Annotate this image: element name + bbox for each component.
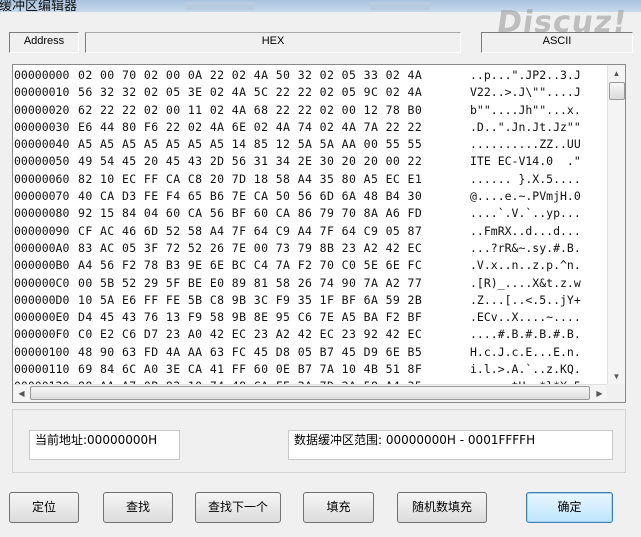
horizontal-scrollbar[interactable]: ◀ ▶ bbox=[13, 384, 608, 402]
row-ascii[interactable]: ITE EC-V14.0 ." bbox=[470, 153, 581, 170]
address-column-header: Address bbox=[9, 32, 79, 53]
hex-row[interactable]: 000000C0 00 5B 52 29 5F BE E0 89 81 58 26… bbox=[14, 275, 581, 292]
hex-row[interactable]: 00000020 62 22 22 02 00 11 02 4A 68 22 22… bbox=[14, 102, 581, 119]
row-hex-bytes[interactable]: 62 22 22 02 00 11 02 4A 68 22 22 02 00 1… bbox=[78, 102, 470, 119]
scroll-down-icon[interactable]: ▼ bbox=[608, 368, 625, 385]
find-next-button[interactable]: 查找下一个 bbox=[195, 492, 281, 523]
row-offset: 00000030 bbox=[14, 119, 70, 134]
row-offset: 00000110 bbox=[14, 362, 70, 377]
hex-row[interactable]: 000000F0 C0 E2 C6 D7 23 A0 42 EC 23 A2 42… bbox=[14, 326, 581, 343]
row-offset: 00000090 bbox=[14, 223, 70, 238]
scroll-up-icon[interactable]: ▲ bbox=[608, 65, 625, 82]
row-hex-bytes[interactable]: 83 AC 05 3F 72 52 26 7E 00 73 79 8B 23 A… bbox=[78, 240, 470, 257]
row-hex-bytes[interactable]: 48 90 63 FD 4A AA 63 FC 45 D8 05 B7 45 D… bbox=[78, 344, 470, 361]
random-fill-button[interactable]: 随机数填充 bbox=[397, 492, 487, 523]
row-offset: 00000000 bbox=[14, 68, 70, 82]
row-hex-bytes[interactable]: D4 45 43 76 13 F9 58 9B 8E 95 C6 7E A5 B… bbox=[78, 309, 470, 326]
row-offset: 00000060 bbox=[14, 171, 70, 186]
row-hex-bytes[interactable]: 00 5B 52 29 5F BE E0 89 81 58 26 74 90 7… bbox=[78, 275, 470, 292]
hex-row[interactable]: 000000B0 A4 56 F2 78 B3 9E 6E BC C4 7A F2… bbox=[14, 257, 581, 274]
scrollbar-corner bbox=[607, 384, 625, 402]
row-hex-bytes[interactable]: 10 5A E6 FF FE 5B C8 9B 3C F9 35 1F BF 6… bbox=[78, 292, 470, 309]
row-hex-bytes[interactable]: 40 CA D3 FE F4 65 B6 7E CA 50 56 6D 6A 4… bbox=[78, 188, 470, 205]
row-offset: 00000040 bbox=[14, 137, 70, 152]
row-ascii[interactable]: .V.x..n..z.p.^n. bbox=[470, 257, 581, 274]
window-title: 缓冲区编辑器 bbox=[0, 0, 78, 12]
vertical-scroll-thumb[interactable] bbox=[609, 82, 625, 100]
row-ascii[interactable]: ....`.V.`..yp... bbox=[470, 205, 581, 222]
row-ascii[interactable]: .ECv..X....~.... bbox=[470, 309, 581, 326]
row-ascii[interactable]: H.c.J.c.E...E.n. bbox=[470, 344, 581, 361]
row-ascii[interactable]: ..p...".JP2..3.J bbox=[470, 67, 581, 84]
row-hex-bytes[interactable]: 92 15 84 04 60 CA 56 BF 60 CA 86 79 70 8… bbox=[78, 205, 470, 222]
scroll-left-icon[interactable]: ◀ bbox=[13, 385, 30, 402]
ok-button[interactable]: 确定 bbox=[526, 492, 613, 523]
row-ascii[interactable]: ...?rR&~.sy.#.B. bbox=[470, 240, 581, 257]
hex-row[interactable]: 000000D0 10 5A E6 FF FE 5B C8 9B 3C F9 35… bbox=[14, 292, 581, 309]
row-ascii[interactable]: ...... }.X.5.... bbox=[470, 171, 581, 188]
row-hex-bytes[interactable]: 82 10 EC FF CA C8 20 7D 18 58 A4 35 80 A… bbox=[78, 171, 470, 188]
fill-button[interactable]: 填充 bbox=[303, 492, 374, 523]
title-bar-blur bbox=[370, 2, 430, 10]
row-hex-bytes[interactable]: 69 84 6C A0 3E CA 41 FF 60 0E B7 7A 10 4… bbox=[78, 361, 470, 378]
row-hex-bytes[interactable]: E6 44 80 F6 22 02 4A 6E 02 4A 74 02 4A 7… bbox=[78, 119, 470, 136]
hex-row[interactable]: 00000090 CF AC 46 6D 52 58 A4 7F 64 C9 A4… bbox=[14, 223, 581, 240]
locate-button[interactable]: 定位 bbox=[9, 492, 79, 523]
row-offset: 00000080 bbox=[14, 206, 70, 221]
find-button[interactable]: 查找 bbox=[103, 492, 173, 523]
row-ascii[interactable]: @....e.~.PVmjH.0 bbox=[470, 188, 581, 205]
hex-row[interactable]: 00000030 E6 44 80 F6 22 02 4A 6E 02 4A 74… bbox=[14, 119, 581, 136]
row-ascii[interactable]: .[R)_....X&t.z.w bbox=[470, 275, 581, 292]
row-ascii[interactable]: V22..>.J\""....J bbox=[470, 84, 581, 101]
hex-row[interactable]: 00000110 69 84 6C A0 3E CA 41 FF 60 0E B7… bbox=[14, 361, 581, 378]
row-offset: 000000B0 bbox=[14, 258, 70, 273]
row-hex-bytes[interactable]: 56 32 32 02 05 3E 02 4A 5C 22 22 02 05 9… bbox=[78, 84, 470, 101]
row-hex-bytes[interactable]: A4 56 F2 78 B3 9E 6E BC C4 7A F2 70 C0 5… bbox=[78, 257, 470, 274]
row-hex-bytes[interactable]: 02 00 70 02 00 0A 22 02 4A 50 32 02 05 3… bbox=[78, 67, 470, 84]
hex-column-header: HEX bbox=[85, 32, 461, 53]
buffer-range-field: 数据缓冲区范围: 00000000H - 0001FFFFH bbox=[288, 430, 613, 460]
row-offset: 00000100 bbox=[14, 344, 70, 359]
row-offset: 000000C0 bbox=[14, 275, 70, 290]
title-bar-blur bbox=[185, 2, 255, 10]
row-offset: 00000020 bbox=[14, 102, 70, 117]
row-offset: 00000050 bbox=[14, 154, 70, 169]
row-hex-bytes[interactable]: A5 A5 A5 A5 A5 A5 A5 14 85 12 5A 5A AA 0… bbox=[78, 136, 470, 153]
row-offset: 00000010 bbox=[14, 85, 70, 100]
hex-row[interactable]: 00000070 40 CA D3 FE F4 65 B6 7E CA 50 56… bbox=[14, 188, 581, 205]
hex-row[interactable]: 00000040 A5 A5 A5 A5 A5 A5 A5 14 85 12 5A… bbox=[14, 136, 581, 153]
row-ascii[interactable]: .Z...[..<.5..jY+ bbox=[470, 292, 581, 309]
hex-row[interactable]: 00000050 49 54 45 20 45 43 2D 56 31 34 2E… bbox=[14, 153, 581, 170]
row-offset: 000000D0 bbox=[14, 292, 70, 307]
row-offset: 00000070 bbox=[14, 189, 70, 204]
ascii-column-header: ASCII bbox=[481, 32, 633, 53]
hex-row[interactable]: 00000100 48 90 63 FD 4A AA 63 FC 45 D8 05… bbox=[14, 344, 581, 361]
hex-row[interactable]: 00000060 82 10 EC FF CA C8 20 7D 18 58 A4… bbox=[14, 171, 581, 188]
vertical-scrollbar[interactable]: ▲ ▼ bbox=[607, 65, 625, 385]
row-offset: 000000A0 bbox=[14, 240, 70, 255]
row-ascii[interactable]: b""....Jh""...x. bbox=[470, 102, 581, 119]
hex-editor-view[interactable]: 00000000 02 00 70 02 00 0A 22 02 4A 50 32… bbox=[12, 64, 626, 403]
row-hex-bytes[interactable]: CF AC 46 6D 52 58 A4 7F 64 C9 A4 7F 64 C… bbox=[78, 223, 470, 240]
hex-lines[interactable]: 00000000 02 00 70 02 00 0A 22 02 4A 50 32… bbox=[14, 67, 581, 396]
row-offset: 000000E0 bbox=[14, 310, 70, 325]
row-hex-bytes[interactable]: C0 E2 C6 D7 23 A0 42 EC 23 A2 42 EC 23 9… bbox=[78, 326, 470, 343]
horizontal-scroll-thumb[interactable] bbox=[30, 386, 590, 400]
current-address-field: 当前地址:00000000H bbox=[29, 430, 180, 460]
row-ascii[interactable]: .D..".Jn.Jt.Jz"" bbox=[470, 119, 581, 136]
hex-row[interactable]: 000000E0 D4 45 43 76 13 F9 58 9B 8E 95 C6… bbox=[14, 309, 581, 326]
row-ascii[interactable]: ..FmRX..d...d... bbox=[470, 223, 581, 240]
hex-row[interactable]: 00000080 92 15 84 04 60 CA 56 BF 60 CA 86… bbox=[14, 205, 581, 222]
row-ascii[interactable]: i.l.>.A.`..z.KQ. bbox=[470, 361, 581, 378]
hex-row[interactable]: 000000A0 83 AC 05 3F 72 52 26 7E 00 73 79… bbox=[14, 240, 581, 257]
row-ascii[interactable]: ....#.B.#.B.#.B. bbox=[470, 326, 581, 343]
row-ascii[interactable]: ..........ZZ..UU bbox=[470, 136, 581, 153]
hex-row[interactable]: 00000000 02 00 70 02 00 0A 22 02 4A 50 32… bbox=[14, 67, 581, 84]
row-hex-bytes[interactable]: 49 54 45 20 45 43 2D 56 31 34 2E 30 20 2… bbox=[78, 153, 470, 170]
hex-row[interactable]: 00000010 56 32 32 02 05 3E 02 4A 5C 22 22… bbox=[14, 84, 581, 101]
row-offset: 000000F0 bbox=[14, 327, 70, 342]
scroll-right-icon[interactable]: ▶ bbox=[591, 385, 608, 402]
